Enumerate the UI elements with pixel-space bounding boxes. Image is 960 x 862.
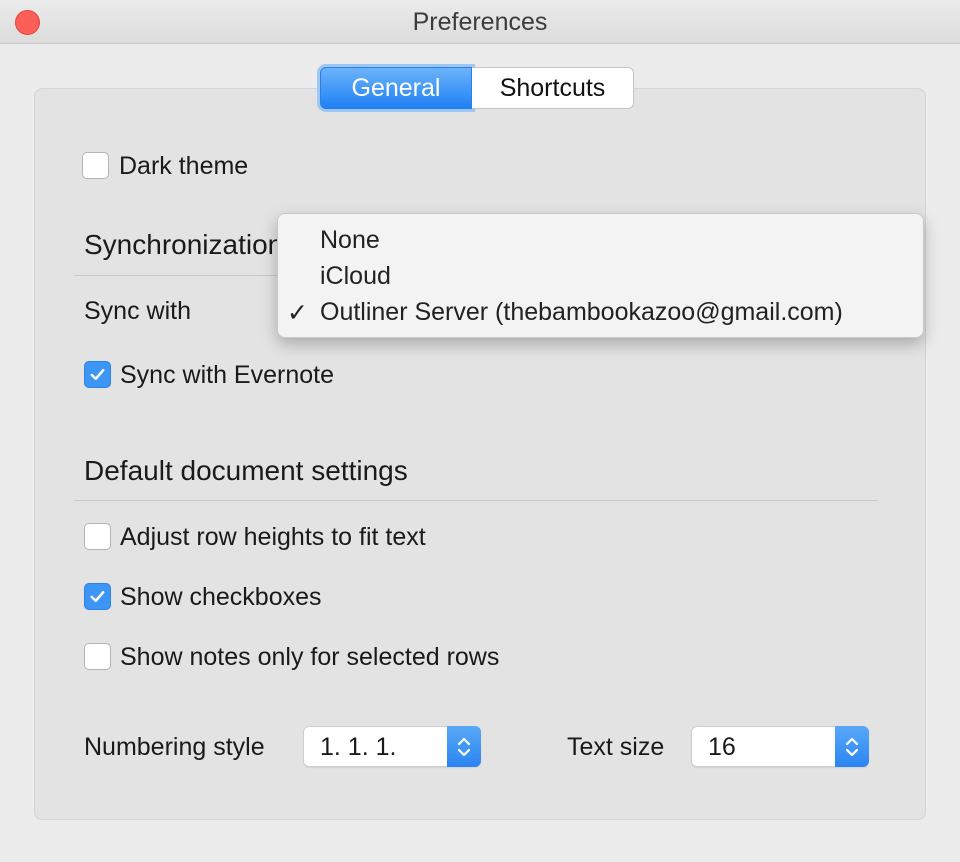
sync-with-dropdown-menu: None iCloud ✓ Outliner Server (thebamboo… [277,213,924,338]
numbering-style-value: 1. 1. 1. [320,733,397,761]
window-title: Preferences [412,8,548,36]
adjust-row-heights-checkbox[interactable] [84,523,111,550]
sync-heading-clip: Synchronization [84,229,277,267]
sync-evernote-checkbox[interactable] [84,361,111,388]
sync-heading: Synchronization [84,229,277,260]
menu-item-none[interactable]: None [320,226,380,255]
checkmark-icon: ✓ [287,299,308,327]
doc-settings-heading: Default document settings [84,455,408,486]
preferences-panel [34,88,926,820]
doc-settings-divider [74,500,878,501]
tab-general[interactable]: General [320,67,472,109]
dark-theme-label: Dark theme [119,152,249,180]
numbering-style-label: Numbering style [84,733,265,761]
tab-bar: General Shortcuts [320,67,634,111]
up-down-chevron-icon[interactable] [447,726,481,767]
text-size-value: 16 [708,733,736,761]
sync-with-label: Sync with [84,297,191,325]
dark-theme-checkbox[interactable] [82,152,109,179]
adjust-row-heights-label: Adjust row heights to fit text [120,523,426,551]
text-size-select[interactable]: 16 [691,726,869,767]
numbering-style-select[interactable]: 1. 1. 1. [303,726,481,767]
show-checkboxes-label: Show checkboxes [120,583,322,611]
checkmark-icon [90,590,105,603]
checkmark-icon [90,368,105,381]
up-down-chevron-icon[interactable] [835,726,869,767]
tab-shortcuts[interactable]: Shortcuts [472,67,634,109]
text-size-label: Text size [567,733,665,761]
menu-item-icloud[interactable]: iCloud [320,262,391,291]
title-bar: Preferences [0,0,960,44]
show-notes-selected-label: Show notes only for selected rows [120,643,500,671]
menu-item-outliner-server[interactable]: Outliner Server (thebambookazoo@gmail.co… [320,298,843,327]
show-notes-selected-checkbox[interactable] [84,643,111,670]
sync-evernote-label: Sync with Evernote [120,361,334,389]
show-checkboxes-checkbox[interactable] [84,583,111,610]
sync-divider [74,275,278,276]
